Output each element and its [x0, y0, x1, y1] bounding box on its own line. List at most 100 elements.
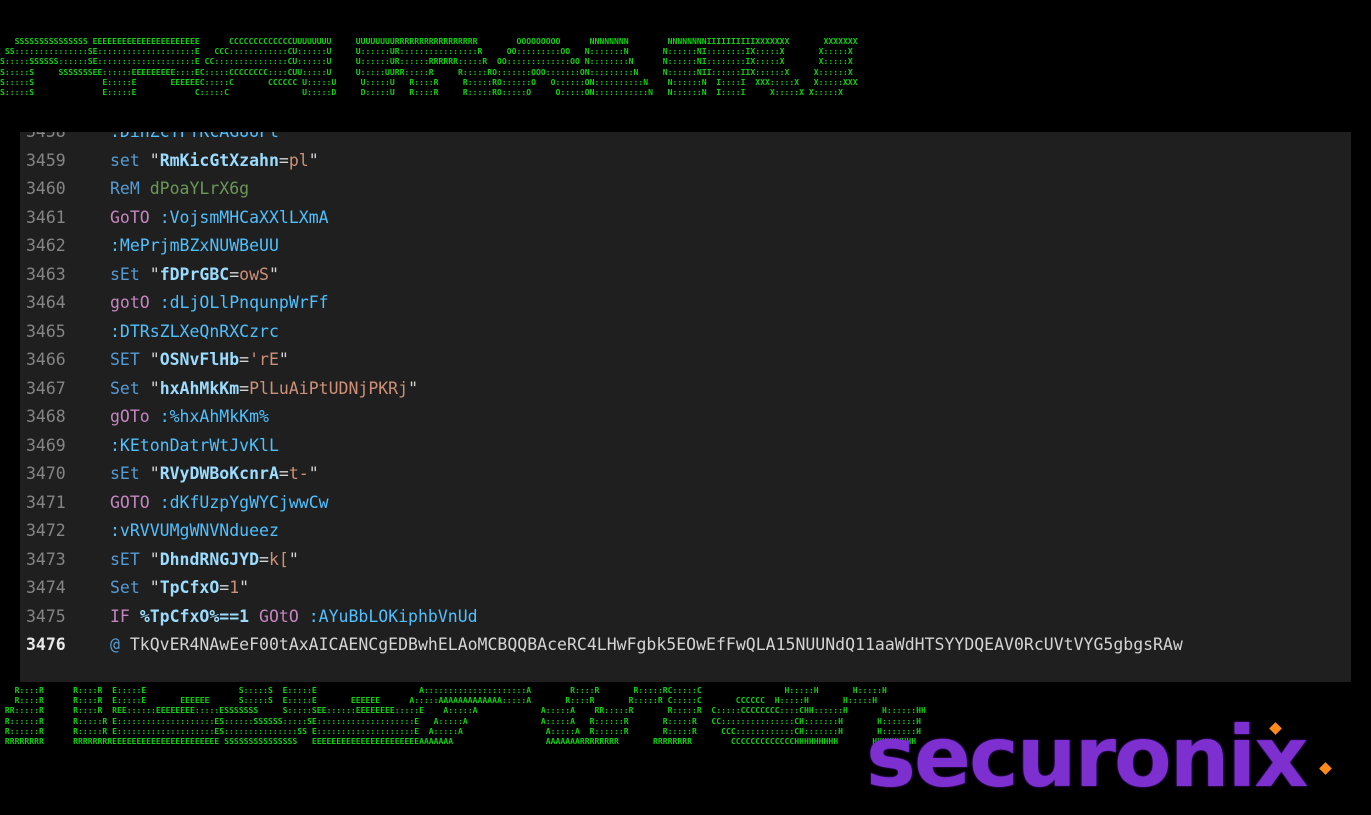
code-line[interactable]: 3471 GOTO :dKfUzpYgWYCjwwCw — [20, 489, 1351, 518]
quote: " — [239, 578, 250, 597]
variable-name: hxAhMkKm — [159, 378, 240, 398]
code-line[interactable]: 3468 gOTo :%hxAhMkKm% — [20, 403, 1351, 432]
code-text: :DTRsZLXeQnRXCzrc — [110, 318, 279, 347]
line-number: 3474 — [26, 578, 66, 597]
code-line[interactable]: 3464 gotO :dLjOLlPnqunpWrFf — [20, 289, 1351, 318]
line-number: 3467 — [26, 378, 66, 398]
quote: " — [149, 350, 160, 369]
line-number: 3460 — [26, 179, 66, 198]
line-number: 3469 — [26, 435, 66, 455]
ascii-banner-top: SSSSSSSSSSSSSSS EEEEEEEEEEEEEEEEEEEEEE C… — [0, 36, 858, 98]
variable-value: t- — [288, 464, 309, 483]
label: :MePrjmBZxNUWBeUU — [110, 236, 279, 255]
code-text: gotO :dLjOLlPnqunpWrFf — [110, 289, 329, 318]
keyword: Set — [110, 378, 140, 398]
variable-name: OSNvFlHb — [159, 350, 240, 369]
variable-name: RVyDWBoKcnrA — [159, 464, 279, 483]
code-line[interactable]: 3474 Set "TpCfxO=1" — [20, 574, 1351, 603]
quote: " — [288, 549, 299, 569]
variable-value: k[ — [268, 549, 289, 569]
code-line[interactable]: 3460 ReM dPoaYLrX6g — [20, 175, 1351, 204]
quote: " — [149, 150, 160, 170]
keyword: gotO — [110, 293, 150, 312]
keyword: Set — [110, 578, 140, 597]
quote: " — [149, 264, 160, 284]
code-text: GoTO :VojsmMHCaXXlLXmA — [110, 204, 329, 233]
variable-name: fDPrGBC — [159, 264, 230, 284]
line-number: 3471 — [26, 492, 66, 512]
line-number: 3473 — [26, 549, 66, 569]
label: :%hxAhMkKm% — [159, 407, 269, 426]
code-text: GOTO :dKfUzpYgWYCjwwCw — [110, 489, 329, 518]
code-line[interactable]: 3473 sET "DhndRNGJYD=k[" — [20, 546, 1351, 575]
quote: " — [308, 464, 319, 483]
line-number: 3461 — [26, 207, 66, 227]
line-number: 3464 — [26, 293, 66, 312]
quote: " — [149, 464, 160, 483]
quote: " — [308, 150, 319, 170]
quote: " — [268, 264, 279, 284]
equals: = — [239, 350, 250, 369]
line-number: 3463 — [26, 264, 66, 284]
keyword: set — [110, 150, 140, 170]
line-number: 3459 — [26, 150, 66, 170]
code-text: SET "OSNvFlHb='rE" — [110, 346, 289, 375]
keyword: sET — [110, 549, 140, 569]
variable-value: 1 — [229, 578, 240, 597]
label: :KEtonDatrWtJvKlL — [110, 435, 279, 455]
code-text: Set "hxAhMkKm=PlLuAiPtUDNjPKRj" — [110, 375, 418, 404]
code-text: sET "DhndRNGJYD=k[" — [110, 546, 299, 575]
line-number: 3472 — [26, 521, 66, 540]
code-line[interactable]: 3465:DTRsZLXeQnRXCzrc — [20, 318, 1351, 347]
code-line[interactable]: 3461 GoTO :VojsmMHCaXXlLXmA — [20, 204, 1351, 233]
securonix-logo: securonix — [866, 708, 1308, 806]
keyword: SET — [110, 350, 140, 369]
keyword: sEt — [110, 264, 140, 284]
code-text: ReM dPoaYLrX6g — [110, 175, 249, 204]
quote: " — [149, 549, 160, 569]
encoded-payload: TkQvER4NAwEeF00tAxAICAENCgEDBwhELAoMCBQQ… — [129, 635, 1183, 654]
equals: = — [229, 264, 240, 284]
code-line[interactable]: 3475 IF %TpCfxO%==1 GOtO :AYuBbLOKiphbVnU… — [20, 603, 1351, 632]
quote: " — [149, 378, 160, 398]
code-line[interactable]: 3458:DihZcTFfKcAGUUFt — [20, 132, 1351, 147]
label: :vRVVUMgWNVNdueez — [110, 521, 279, 540]
variable-name: DhndRNGJYD — [159, 549, 260, 569]
variable-value: 'rE — [249, 350, 279, 369]
code-line[interactable]: 3466 SET "OSNvFlHb='rE" — [20, 346, 1351, 375]
code-line[interactable]: 3470 sEt "RVyDWBoKcnrA=t-" — [20, 460, 1351, 489]
label: :AYuBbLOKiphbVnUd — [308, 606, 478, 626]
variable-name: RmKicGtXzahn — [159, 150, 279, 170]
code-line[interactable]: 3467 Set "hxAhMkKm=PlLuAiPtUDNjPKRj" — [20, 375, 1351, 404]
code-line[interactable]: 3462 :MePrjmBZxNUWBeUU — [20, 232, 1351, 261]
label: :DTRsZLXeQnRXCzrc — [110, 321, 279, 341]
code-line[interactable]: 3463 sEt "fDPrGBC=owS" — [20, 261, 1351, 290]
quote: " — [278, 350, 289, 369]
keyword: ReM — [110, 179, 140, 198]
code-text: gOTo :%hxAhMkKm% — [110, 403, 269, 432]
variable-value: pl — [288, 150, 309, 170]
equals: = — [278, 150, 289, 170]
equals: = — [278, 464, 289, 483]
code-editor[interactable]: 3458:DihZcTFfKcAGUUFt3459set "RmKicGtXza… — [20, 132, 1351, 682]
condition: %TpCfxO%==1 — [139, 606, 250, 626]
keyword: @ — [110, 635, 120, 654]
code-text: Set "TpCfxO=1" — [110, 574, 249, 603]
line-number: 3475 — [26, 606, 66, 626]
code-text: :DihZcTFfKcAGUUFt — [110, 132, 279, 147]
line-number: 3476 — [26, 635, 66, 654]
label: :dKfUzpYgWYCjwwCw — [159, 492, 329, 512]
line-number: 3468 — [26, 407, 66, 426]
label: :dLjOLlPnqunpWrFf — [159, 293, 329, 312]
line-number: 3470 — [26, 464, 66, 483]
code-text: :KEtonDatrWtJvKlL — [110, 432, 279, 461]
line-number: 3462 — [26, 236, 66, 255]
code-line[interactable]: 3476 @ TkQvER4NAwEeF00tAxAICAENCgEDBwhELA… — [20, 631, 1351, 660]
code-line[interactable]: 3459 set "RmKicGtXzahn=pl" — [20, 147, 1351, 176]
code-line[interactable]: 3469 :KEtonDatrWtJvKlL — [20, 432, 1351, 461]
variable-value: PlLuAiPtUDNjPKRj — [249, 378, 409, 398]
code-text: sEt "RVyDWBoKcnrA=t-" — [110, 460, 319, 489]
code-line[interactable]: 3472 :vRVVUMgWNVNdueez — [20, 517, 1351, 546]
code-text: sEt "fDPrGBC=owS" — [110, 261, 279, 290]
variable-value: owS — [239, 264, 269, 284]
